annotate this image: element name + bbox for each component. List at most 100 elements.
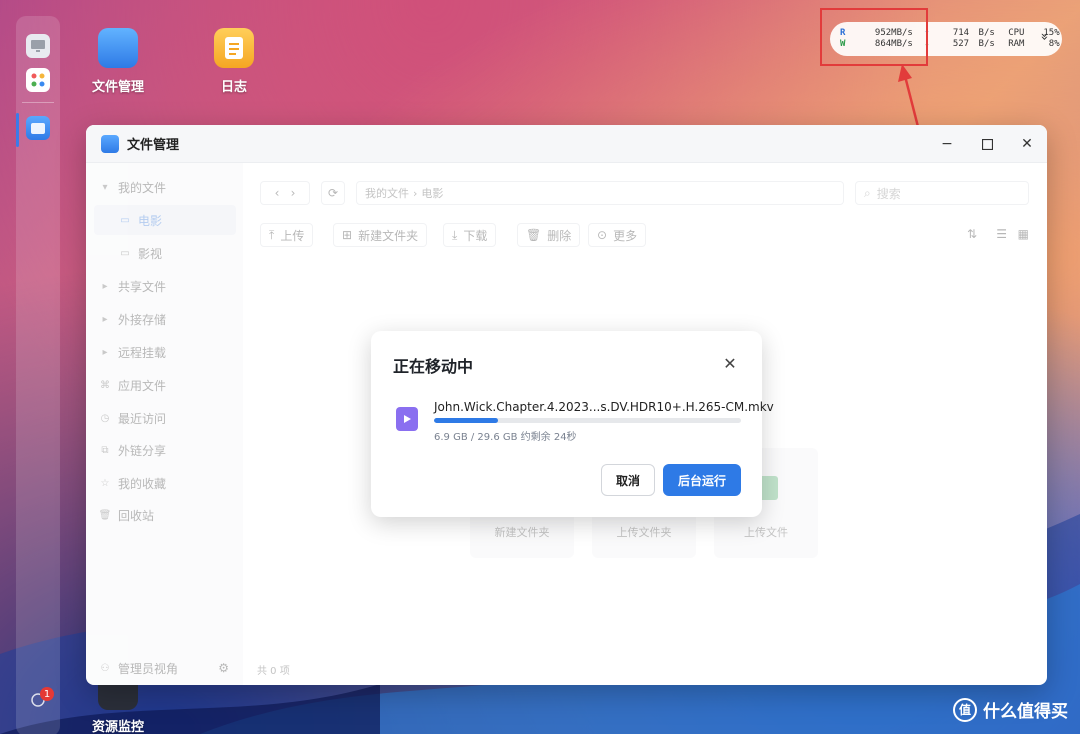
sidebar-item-favorites[interactable]: ☆ 我的收藏 [86,468,243,498]
delete-button[interactable]: 🗑 删除 [517,223,581,247]
sidebar-item-external[interactable]: ▸ 外接存储 [86,304,243,334]
close-icon[interactable]: ✕ [1017,134,1037,154]
dock-divider [22,102,54,103]
sidebar-item-share-links[interactable]: ⧉ 外链分享 [86,435,243,465]
plus-square-icon: ⊞ [342,228,353,242]
annotation-highlight-box [820,8,928,66]
sidebar-item-movies[interactable]: ▭ 电影 [94,205,236,235]
window-title: 文件管理 [127,138,180,153]
refresh-icon[interactable]: ⟳ [321,181,345,205]
share-icon: ⧉ [101,444,109,456]
list-view-icon[interactable]: ☰ [996,227,1007,241]
sidebar-item-app-files[interactable]: ⌘ 应用文件 [86,370,243,400]
card-label: 新建文件夹 [494,526,550,539]
net-up-value: 714 [952,28,970,38]
net-unit: B/s [978,28,995,38]
grid-view-icon[interactable]: ▦ [1018,227,1029,241]
status-bar: 共 0 项 [257,666,290,677]
sidebar-item-my-files[interactable]: ▾ 我的文件 [86,172,243,202]
settings-gear-icon[interactable]: ⚙ [218,661,229,675]
desktop-icon-label: 资源监控 [91,720,144,734]
video-file-icon [396,407,418,431]
sidebar-item-label: 外接存储 [118,312,167,327]
sidebar-item-label: 我的收藏 [118,476,167,491]
net-unit: B/s [978,39,995,49]
file-manager-dock-icon[interactable] [26,116,50,140]
folder-outline-icon: ▭ [120,247,130,259]
breadcrumb-separator: › [413,186,418,200]
dialog-title: 正在移动中 [393,357,474,376]
close-icon[interactable]: ✕ [720,353,740,373]
progress-text: 6.9 GB / 29.6 GB 约剩余 24秒 [434,432,577,443]
button-label: 新建文件夹 [358,228,419,243]
net-down-value: 527 [952,39,970,49]
app-dock: 1 [16,16,60,734]
window-titlebar[interactable]: 文件管理 [86,125,1047,163]
chevron-left-icon[interactable]: ‹ [275,186,280,200]
ram-value: 8% [1048,39,1060,49]
new-folder-button[interactable]: ⊞ 新建文件夹 [333,223,428,247]
file-manager-app-icon [101,134,119,153]
caret-right-icon: ▸ [102,313,108,325]
file-name: John.Wick.Chapter.4.2023...s.DV.HDR10+.H… [434,400,774,414]
cancel-button[interactable]: 取消 [601,464,655,496]
sidebar-item-video[interactable]: ▭ 影视 [86,238,243,268]
search-icon: ⌕ [864,185,871,200]
folder-outline-icon: ▭ [120,214,130,226]
sidebar-item-label: 回收站 [118,508,155,523]
chevron-right-icon[interactable]: › [291,186,296,200]
sidebar-item-remote[interactable]: ▸ 远程挂载 [86,337,243,367]
button-label: 更多 [613,228,638,243]
move-progress-dialog: 正在移动中 ✕ John.Wick.Chapter.4.2023...s.DV.… [371,331,774,517]
maximize-icon[interactable] [977,134,997,154]
sidebar-item-label: 共享文件 [118,279,167,294]
sidebar-item-label: 外链分享 [118,443,167,458]
card-label: 上传文件 [744,526,788,539]
sidebar-item-recent[interactable]: ◷ 最近访问 [86,403,243,433]
dock-active-indicator [16,113,19,147]
trash-icon: 🗑 [526,228,542,242]
upload-button[interactable]: ⤒ 上传 [260,223,314,247]
sidebar-admin-view[interactable]: ⚇ 管理员视角 ⚙ [86,653,243,683]
breadcrumb-root[interactable]: 我的文件 [365,185,409,201]
more-button[interactable]: ⊙ 更多 [588,223,647,247]
desktop-icon-label: 日志 [220,80,247,95]
upload-icon: ⤒ [269,227,275,242]
caret-right-icon: ▸ [102,280,108,292]
search-placeholder: 搜索 [876,186,901,201]
sidebar-item-trash[interactable]: 🗑 回收站 [86,500,243,530]
monitor-app-icon[interactable] [26,34,50,58]
sidebar-item-label: 我的文件 [118,180,167,195]
card-label: 上传文件夹 [616,526,672,539]
sidebar-item-label: 应用文件 [118,378,167,393]
trash-icon: 🗑 [98,509,112,521]
run-in-background-button[interactable]: 后台运行 [663,464,741,496]
minimize-icon[interactable]: − [937,134,957,154]
star-icon: ☆ [100,477,110,489]
watermark-seal: 值 [953,697,977,722]
progress-bar [434,418,741,423]
desktop-icon-file-manager[interactable]: 文件管理 [78,28,158,95]
breadcrumb-current: 电影 [421,187,444,200]
breadcrumb[interactable]: 我的文件 › 电影 [356,181,844,205]
progress-fill [434,418,499,423]
caret-down-icon: ▾ [102,181,108,193]
ram-label: RAM [1008,39,1025,49]
sort-icon[interactable]: ⇅ [967,227,977,241]
command-icon: ⌘ [100,379,110,391]
app-center-icon[interactable] [26,68,50,92]
download-button[interactable]: ⤓ 下载 [443,223,497,247]
sidebar-item-label: 最近访问 [118,411,167,426]
sidebar-item-shared[interactable]: ▸ 共享文件 [86,271,243,301]
button-label: 删除 [547,228,572,243]
chevron-down-icon[interactable]: » [1037,33,1052,41]
desktop-icon-log[interactable]: 日志 [194,28,274,95]
sidebar-item-label: 影视 [138,246,163,261]
nav-back-forward[interactable]: ‹ › [260,181,310,205]
folder-icon [98,28,138,68]
sidebar-footer-label: 管理员视角 [118,661,179,676]
search-input[interactable]: ⌕ 搜索 [855,181,1029,205]
button-label: 上传 [280,228,305,243]
more-circle-icon: ⊙ [597,228,608,242]
sidebar-item-label: 远程挂载 [118,345,167,360]
